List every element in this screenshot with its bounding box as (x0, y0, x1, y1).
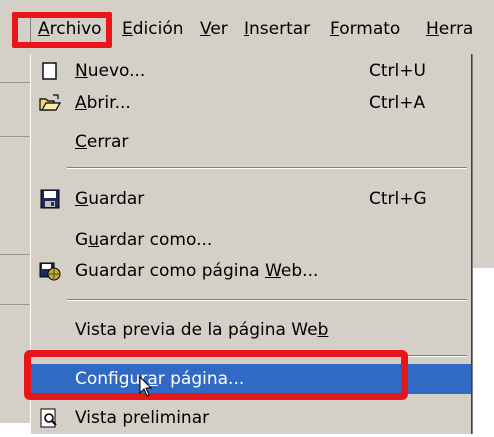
menu-item-abrir-shortcut: Ctrl+A (369, 93, 426, 113)
menu-insertar-label: nsertar (249, 19, 311, 39)
menu-separator (67, 299, 467, 301)
print-preview-icon (39, 408, 61, 428)
menu-formato[interactable]: Formato (330, 17, 400, 41)
background-document (470, 268, 494, 423)
menu-item-guardar-web[interactable]: Guardar como página Web... (31, 257, 471, 285)
menu-edicion-label: dición (132, 19, 184, 39)
menu-item-vista-preliminar[interactable]: Vista preliminar (31, 404, 471, 432)
menu-item-nuevo-shortcut: Ctrl+U (369, 61, 426, 81)
menu-herramientas-label: erra (438, 19, 474, 39)
menu-formato-label: ormato (339, 19, 401, 39)
new-document-icon (39, 61, 61, 81)
menu-edicion[interactable]: Edición (122, 17, 184, 41)
menu-item-guardar-web-label: Guardar como página Web... (75, 261, 319, 281)
menu-herramientas[interactable]: Herra (426, 17, 473, 41)
menu-item-nuevo-label: Nuevo... (75, 61, 146, 81)
floppy-disk-icon (39, 189, 61, 209)
menu-item-guardar[interactable]: Guardar Ctrl+G (31, 185, 471, 213)
menu-formato-accelerator: F (330, 19, 340, 39)
menu-herramientas-accelerator: H (426, 19, 439, 39)
menu-separator (67, 167, 467, 169)
save-web-page-icon (39, 261, 61, 281)
menu-item-vista-previa-web[interactable]: Vista previa de la página Web (31, 316, 471, 344)
menu-item-cerrar[interactable]: Cerrar (31, 128, 471, 156)
menu-item-cerrar-label: Cerrar (75, 132, 129, 152)
menu-item-guardar-shortcut: Ctrl+G (369, 189, 427, 209)
menu-item-abrir-label: Abrir... (75, 93, 131, 113)
menu-item-abrir[interactable]: Abrir... Ctrl+A (31, 89, 471, 117)
mouse-pointer-icon (139, 375, 153, 398)
open-folder-icon (39, 93, 62, 113)
menu-item-vista-preliminar-label: Vista preliminar (75, 408, 210, 428)
menu-item-guardar-como[interactable]: Guardar como... (31, 226, 471, 254)
configurar-highlight-box (24, 350, 408, 400)
menu-item-guardar-label: Guardar (75, 189, 145, 209)
menu-ver[interactable]: Ver (200, 17, 228, 41)
menu-ver-accelerator: V (200, 19, 211, 39)
background-toolbar-right (470, 54, 494, 423)
menu-bar: Archivo Edición Ver Insertar Formato Her… (0, 0, 494, 55)
menu-item-vista-previa-web-label: Vista previa de la página Web (75, 320, 329, 340)
menu-item-nuevo[interactable]: Nuevo... Ctrl+U (31, 57, 471, 85)
menu-item-guardar-como-label: Guardar como... (75, 230, 213, 250)
archivo-highlight-box (12, 12, 112, 48)
menu-ver-label: er (210, 19, 228, 39)
menu-edicion-accelerator: E (122, 19, 133, 39)
menu-insertar[interactable]: Insertar (244, 17, 310, 41)
